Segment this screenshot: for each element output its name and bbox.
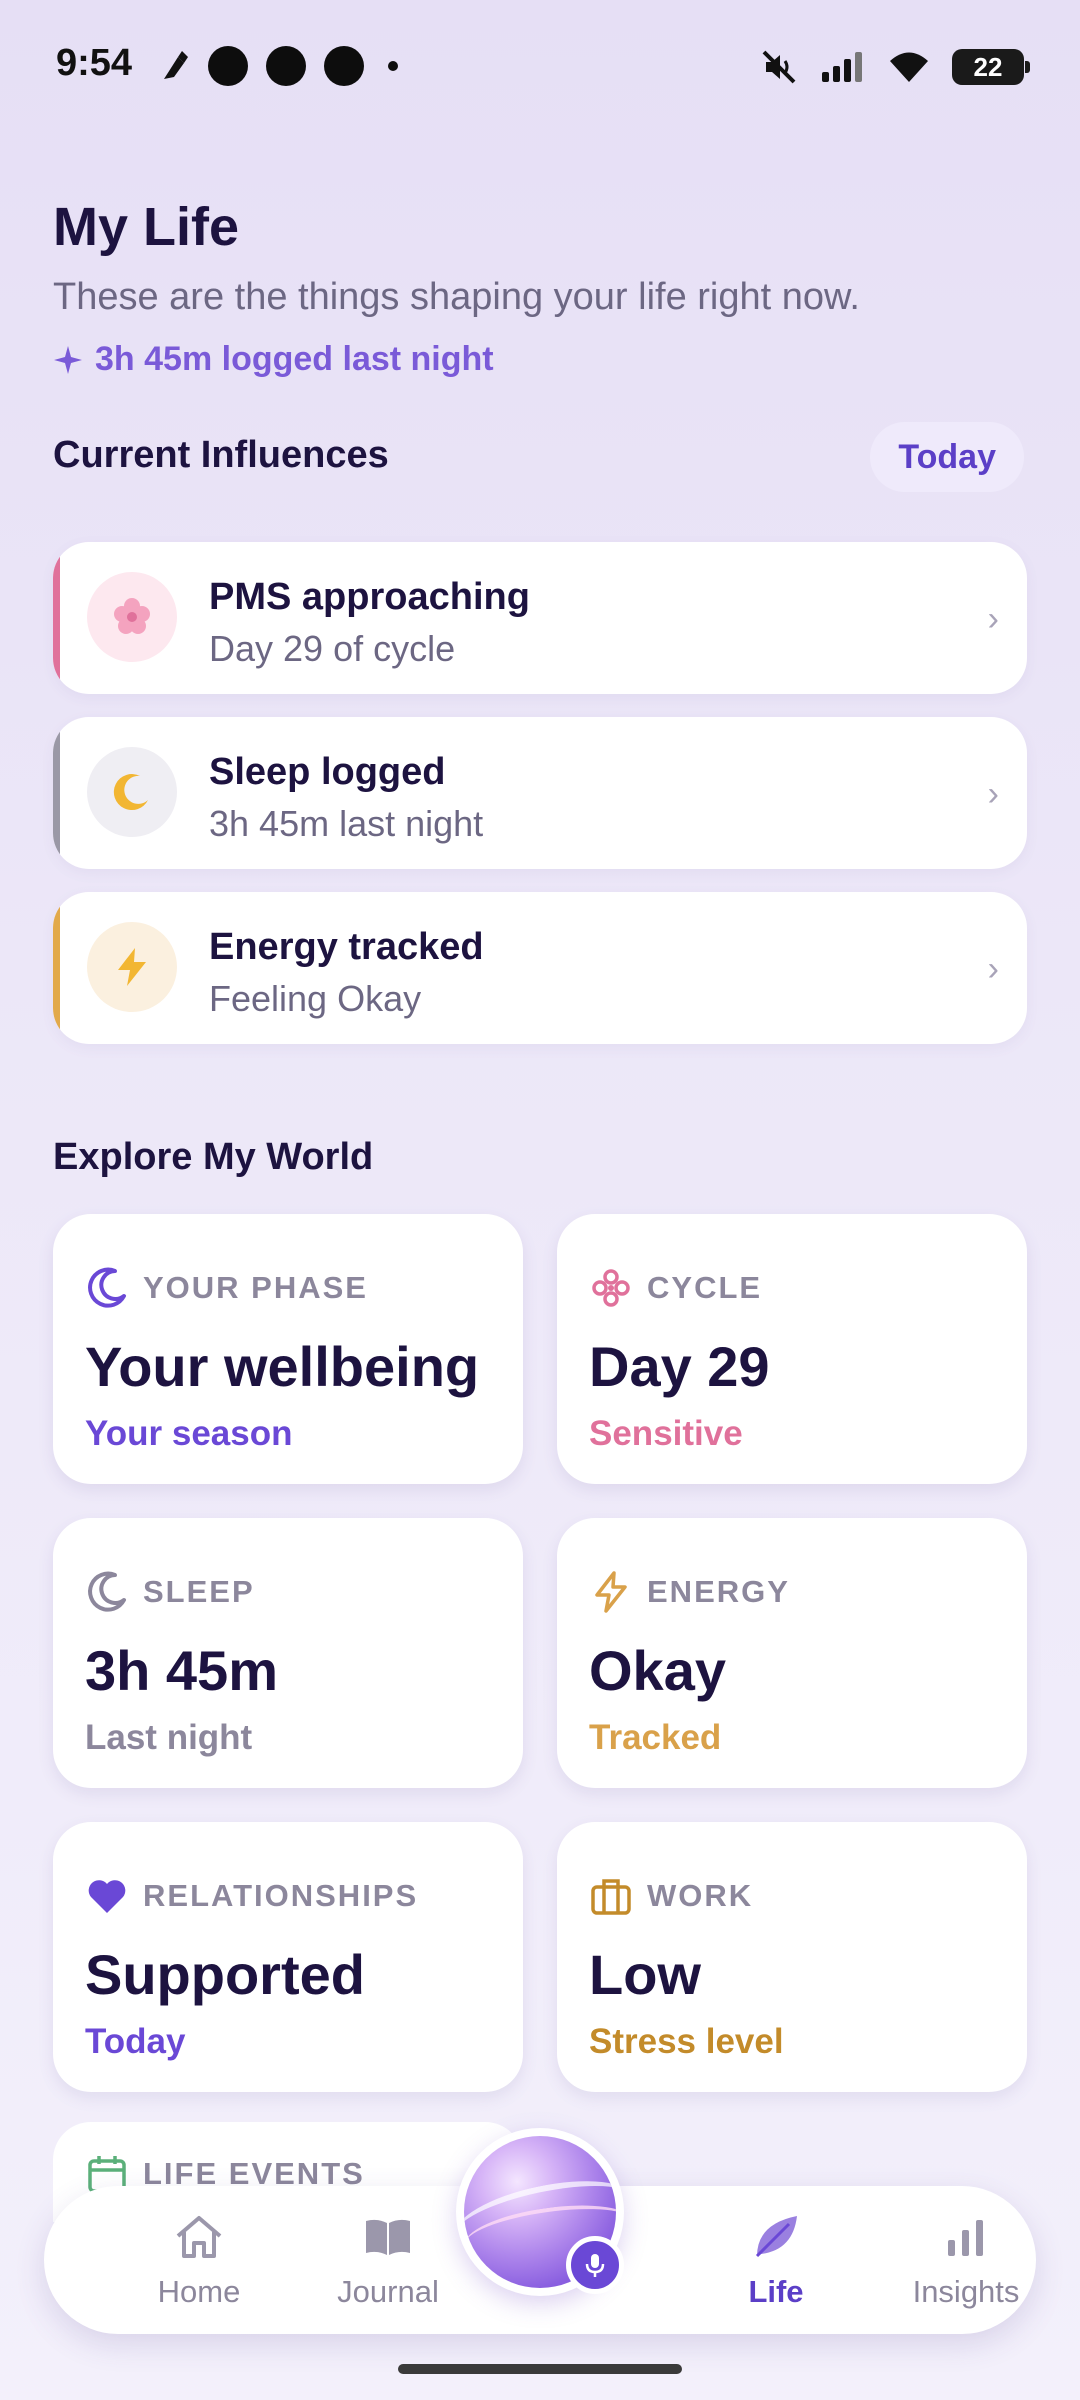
influence-subtitle: Day 29 of cycle [209,628,456,669]
tile-work[interactable]: WORK Low Stress level [557,1822,1027,2092]
tile-label: WORK [647,1878,754,1913]
tile-label: RELATIONSHIPS [143,1878,419,1913]
mute-icon [762,50,796,84]
page-title: My Life [53,197,240,257]
flower-icon [87,572,177,662]
heart-icon [88,1880,126,1913]
tile-relationships[interactable]: RELATIONSHIPS Supported Today [53,1822,523,2092]
tile-value: Day 29 [589,1335,770,1398]
microphone-button[interactable] [566,2236,624,2294]
nav-label: Insights [912,2274,1020,2309]
status-time: 9:54 [56,42,133,84]
tile-value: 3h 45m [85,1639,278,1702]
moon-icon [87,747,177,837]
nav-journal[interactable]: Journal [308,2210,468,2310]
tile-energy[interactable]: ENERGY Okay Tracked [557,1518,1027,1788]
tile-your-phase[interactable]: YOUR PHASE Your wellbeing Your season [53,1214,523,1484]
lightning-icon [595,1571,627,1613]
tile-value: Okay [589,1639,726,1702]
tile-label: ENERGY [647,1574,790,1609]
bolt-notification-icon [164,51,188,79]
card-accent [53,542,60,694]
influence-card-pms[interactable]: PMS approaching Day 29 of cycle › [53,542,1027,694]
explore-heading: Explore My World [53,1136,374,1178]
today-filter-button[interactable]: Today [870,422,1024,492]
battery-icon: 22 [952,49,1030,85]
tile-label: YOUR PHASE [143,1270,368,1305]
card-accent [53,717,60,869]
notification-dot-icon [266,46,306,86]
tile-label: SLEEP [143,1574,255,1609]
influence-title: Sleep logged [209,751,446,793]
status-bar: 9:54 22 [0,0,1080,130]
tile-subtitle: Today [85,2022,186,2061]
lightning-icon [87,922,177,1012]
signal-icon [822,52,862,82]
tile-cycle[interactable]: CYCLE Day 29 Sensitive [557,1214,1027,1484]
influence-title: Energy tracked [209,926,484,968]
tile-subtitle: Your season [85,1414,293,1453]
moon-icon [88,1267,126,1308]
moon-icon [88,1571,126,1612]
home-icon [176,2216,222,2258]
flower-icon [592,1269,630,1307]
tile-value: Low [589,1943,701,2006]
page-subtitle: These are the things shaping your life r… [53,276,860,318]
tile-subtitle: Stress level [589,2022,784,2061]
influence-title: PMS approaching [209,576,530,618]
home-indicator[interactable] [398,2364,682,2374]
influence-card-sleep[interactable]: Sleep logged 3h 45m last night › [53,717,1027,869]
influence-card-energy[interactable]: Energy tracked Feeling Okay › [53,892,1027,1044]
tile-subtitle: Sensitive [589,1414,743,1453]
chevron-right-icon: › [987,775,999,813]
tile-value: Supported [85,1943,365,2006]
leaf-icon [755,2216,797,2258]
influence-subtitle: Feeling Okay [209,978,422,1019]
card-accent [53,892,60,1044]
sleep-logged-note: 3h 45m logged last night [53,340,494,379]
tile-value: Your wellbeing [85,1335,480,1398]
tile-subtitle: Tracked [589,1718,722,1757]
nav-label: Journal [337,2274,439,2309]
nav-insights[interactable]: Insights [886,2210,1046,2310]
notification-dot-icon [324,46,364,86]
bar-chart-icon [948,2220,983,2256]
nav-label: Life [748,2274,804,2309]
chevron-right-icon: › [987,600,999,638]
tile-sleep[interactable]: SLEEP 3h 45m Last night [53,1518,523,1788]
nav-home[interactable]: Home [119,2210,279,2310]
wifi-icon [890,52,928,82]
status-notification-icons [160,46,398,86]
tile-label: CYCLE [647,1270,763,1305]
book-icon [366,2219,410,2255]
sparkle-icon [54,345,82,374]
sleep-logged-text: 3h 45m logged last night [95,340,494,378]
tile-subtitle: Last night [85,1718,253,1757]
chevron-right-icon: › [987,950,999,988]
nav-life[interactable]: Life [696,2210,856,2310]
notification-dot-icon [208,46,248,86]
influence-subtitle: 3h 45m last night [209,803,484,844]
status-system-icons: 22 [760,48,1030,86]
microphone-icon [585,2254,605,2277]
briefcase-icon [591,1879,631,1915]
current-influences-heading: Current Influences [53,434,389,476]
more-notifications-icon [388,61,398,71]
nav-label: Home [157,2274,241,2309]
